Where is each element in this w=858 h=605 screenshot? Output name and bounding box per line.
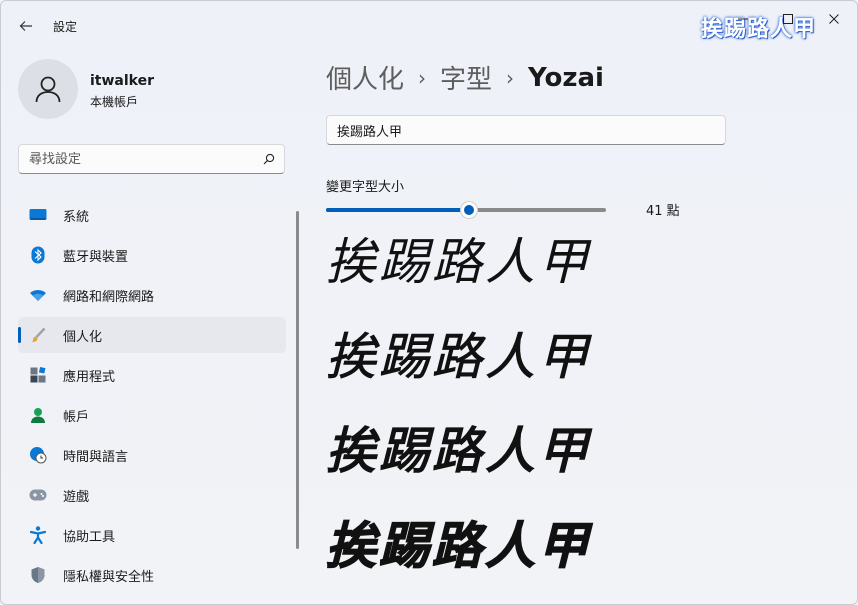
search-input[interactable] [19,151,254,167]
font-size-label: 變更字型大小 [326,180,405,195]
shield-icon [28,565,48,585]
sidebar-item-accounts[interactable]: 帳戶 [18,397,286,433]
font-sample-heavy: 挨踢路人甲 [325,516,591,575]
app-title: 設定 [53,20,78,34]
chevron-right-icon: › [418,65,427,90]
bluetooth-icon [28,245,48,265]
settings-window: 設定 挨踢路人甲 itwalker 本機帳戶 系統 [0,0,858,605]
sidebar-item-label: 時間與語言 [63,449,129,465]
sidebar-item-label: 應用程式 [63,369,116,385]
page-title: Yozai [528,62,604,93]
sidebar-item-privacy[interactable]: 隱私權與安全性 [18,557,286,593]
close-button[interactable] [819,7,849,31]
font-size-value: 41 點 [646,204,680,219]
accessibility-icon [28,525,48,545]
globe-clock-icon [28,445,48,465]
sidebar-item-label: 協助工具 [63,529,116,545]
maximize-button[interactable] [773,7,803,31]
sidebar-item-label: 系統 [63,209,90,225]
sidebar-item-gaming[interactable]: 遊戲 [18,477,286,513]
sidebar-item-label: 個人化 [63,329,103,345]
back-button[interactable] [13,13,39,39]
font-sample-bold: 挨踢路人甲 [326,421,591,480]
minimize-button[interactable] [728,7,758,31]
person-icon [35,76,61,103]
sidebar-item-system[interactable]: 系統 [18,197,286,233]
search-icon[interactable] [254,153,284,165]
sidebar-item-network[interactable]: 網路和網際網路 [18,277,286,313]
brush-icon [28,325,48,345]
font-sample-medium: 挨踢路人甲 [326,328,591,386]
sidebar-item-label: 遊戲 [63,489,90,505]
back-arrow-icon [19,21,32,31]
preview-text-input[interactable] [326,115,726,145]
sidebar-nav: 系統 藍牙與裝置 網路和網際網路 個人化 應用程式 帳戶 時間與語言 遊戲 協助… [18,197,286,597]
sidebar-item-apps[interactable]: 應用程式 [18,357,286,393]
chevron-right-icon: › [506,65,515,90]
close-icon [829,14,839,24]
sidebar-item-label: 隱私權與安全性 [63,569,155,585]
sidebar-item-label: 帳戶 [63,409,90,425]
wifi-icon [28,285,48,305]
sidebar-item-bluetooth[interactable]: 藍牙與裝置 [18,237,286,273]
breadcrumb-fonts[interactable]: 字型 [440,59,492,96]
sidebar-item-time-language[interactable]: 時間與語言 [18,437,286,473]
avatar[interactable] [18,59,78,119]
slider-thumb[interactable] [459,201,478,219]
title-bar: 設定 挨踢路人甲 [1,1,857,49]
gamepad-icon [28,485,48,505]
font-size-slider[interactable] [326,201,606,219]
breadcrumb-personalization[interactable]: 個人化 [326,59,404,96]
minimize-icon [738,18,748,20]
sidebar-item-personalization[interactable]: 個人化 [18,317,286,353]
sidebar-item-accessibility[interactable]: 協助工具 [18,517,286,553]
apps-icon [28,365,48,385]
user-name: itwalker [90,73,155,89]
slider-fill [326,208,469,212]
sidebar-item-label: 藍牙與裝置 [63,249,129,265]
search-box [18,144,285,174]
maximize-icon [783,14,793,24]
display-icon [28,205,48,225]
sidebar-item-label: 網路和網際網路 [63,289,155,305]
account-type: 本機帳戶 [90,95,139,109]
font-sample-regular: 挨踢路人甲 [326,233,591,291]
sidebar-scrollbar[interactable] [296,211,299,549]
breadcrumb: 個人化 › 字型 › Yozai [326,59,604,96]
person-icon [28,405,48,425]
